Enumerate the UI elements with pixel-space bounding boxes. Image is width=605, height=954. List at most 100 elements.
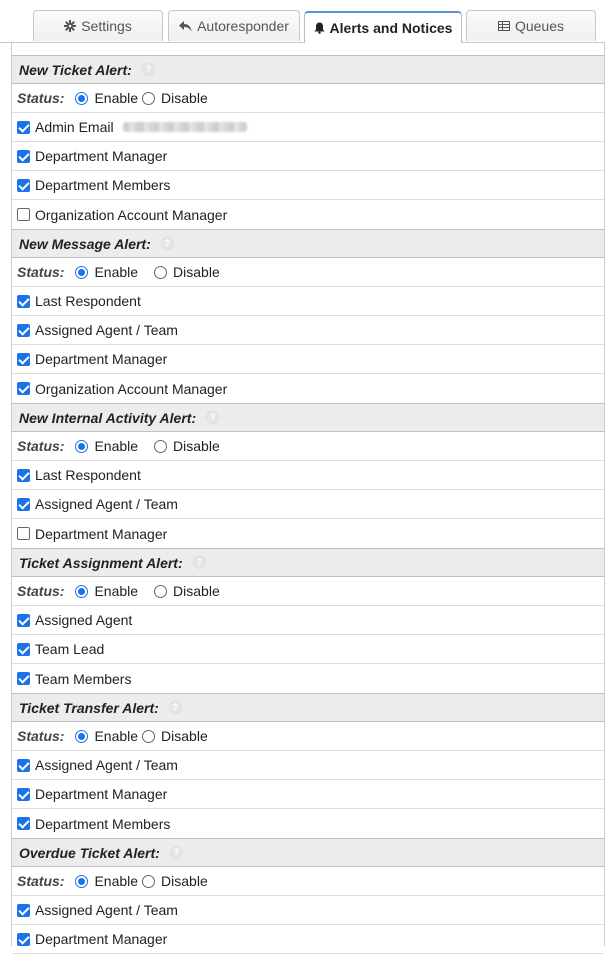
disable-radio[interactable]: [142, 729, 156, 743]
list-item: Department Members: [12, 809, 604, 838]
tab-label: Queues: [514, 18, 565, 34]
team-members-checkbox[interactable]: [17, 672, 30, 685]
tab-bar: Settings Autoresponder Alerts and Notice…: [0, 0, 605, 43]
disable-label: Disable: [161, 90, 208, 106]
status-label: Status:: [17, 583, 65, 599]
status-row: Status: Enable Disable: [12, 84, 604, 113]
item-label: Assigned Agent / Team: [35, 757, 178, 773]
last-respondent-checkbox[interactable]: [17, 294, 30, 308]
redacted-email: [122, 122, 247, 132]
item-label: Department Manager: [35, 786, 168, 802]
disable-label: Disable: [173, 583, 220, 599]
item-label: Assigned Agent / Team: [35, 496, 178, 512]
enable-radio[interactable]: [75, 729, 89, 743]
tab-autoresponder[interactable]: Autoresponder: [168, 10, 300, 41]
last-respondent-checkbox[interactable]: [17, 468, 30, 482]
help-icon[interactable]: ?: [168, 701, 182, 714]
help-icon[interactable]: ?: [141, 63, 155, 76]
item-label: Team Lead: [35, 641, 105, 657]
section-header-new-internal-activity-alert: New Internal Activity Alert:?: [12, 403, 604, 432]
enable-label: Enable: [94, 264, 139, 280]
item-label: Assigned Agent: [35, 612, 133, 628]
help-icon[interactable]: ?: [192, 556, 206, 569]
list-item: Organization Account Manager: [12, 374, 604, 403]
tab-queues[interactable]: Queues: [466, 10, 596, 41]
department-members-checkbox[interactable]: [17, 817, 30, 830]
organization-account-manager-checkbox[interactable]: [17, 208, 30, 221]
disable-radio[interactable]: [142, 91, 156, 105]
department-manager-checkbox[interactable]: [17, 527, 30, 540]
status-label: Status:: [17, 90, 65, 106]
enable-radio[interactable]: [75, 874, 89, 888]
disable-radio[interactable]: [154, 439, 168, 453]
tab-label: Autoresponder: [197, 18, 289, 34]
help-icon[interactable]: ?: [206, 411, 220, 424]
item-label: Assigned Agent / Team: [35, 902, 178, 918]
help-icon[interactable]: ?: [160, 237, 174, 250]
disable-radio[interactable]: [154, 265, 168, 279]
item-label: Department Manager: [35, 351, 168, 367]
disable-label: Disable: [161, 873, 208, 889]
section-title: New Message Alert: [19, 235, 147, 252]
alerts-panel: New Ticket Alert:? Status: Enable Disabl…: [11, 42, 605, 954]
reply-icon: [179, 20, 192, 31]
status-row: Status: Enable Disable: [12, 867, 604, 896]
enable-label: Enable: [94, 583, 139, 599]
enable-label: Enable: [94, 90, 139, 106]
table-icon: [497, 21, 510, 31]
disable-label: Disable: [161, 728, 208, 744]
assigned-agent-team-checkbox[interactable]: [17, 758, 30, 772]
team-lead-checkbox[interactable]: [17, 642, 30, 656]
section-header-ticket-transfer-alert: Ticket Transfer Alert:?: [12, 693, 604, 722]
disable-radio[interactable]: [154, 584, 168, 598]
enable-radio[interactable]: [75, 91, 89, 105]
enable-radio[interactable]: [75, 439, 89, 453]
tab-label: Settings: [81, 18, 132, 34]
enable-label: Enable: [94, 438, 139, 454]
list-item: Admin Email: [12, 113, 604, 142]
item-label: Last Respondent: [35, 293, 141, 309]
item-label: Organization Account Manager: [35, 380, 228, 397]
section-header-overdue-ticket-alert: Overdue Ticket Alert:?: [12, 838, 604, 867]
department-manager-checkbox[interactable]: [17, 932, 30, 946]
enable-radio[interactable]: [75, 584, 89, 598]
organization-account-manager-checkbox[interactable]: [17, 382, 30, 395]
disable-radio[interactable]: [142, 874, 156, 888]
department-manager-checkbox[interactable]: [17, 149, 30, 163]
section-title: Ticket Assignment Alert: [19, 554, 178, 571]
status-row: Status: Enable Disable: [12, 722, 604, 751]
list-item: Assigned Agent / Team: [12, 896, 604, 925]
admin-email-checkbox[interactable]: [17, 120, 30, 134]
assigned-agent-team-checkbox[interactable]: [17, 903, 30, 917]
status-row: Status: Enable Disable: [12, 432, 604, 461]
assigned-agent-checkbox[interactable]: [17, 613, 30, 627]
section-header-new-message-alert: New Message Alert:?: [12, 229, 604, 258]
department-members-checkbox[interactable]: [17, 178, 30, 192]
item-label: Organization Account Manager: [35, 206, 228, 223]
list-item: Last Respondent: [12, 461, 604, 490]
department-manager-checkbox[interactable]: [17, 352, 30, 366]
enable-radio[interactable]: [75, 265, 89, 279]
list-item: Department Manager: [12, 142, 604, 171]
tab-label: Alerts and Notices: [329, 20, 453, 36]
section-title: Ticket Transfer Alert: [19, 699, 155, 716]
tab-alerts-and-notices[interactable]: Alerts and Notices: [304, 11, 462, 43]
section-title: New Ticket Alert: [19, 61, 128, 78]
gear-icon: [64, 20, 77, 32]
list-item: Last Respondent: [12, 287, 604, 316]
list-item: Department Manager: [12, 780, 604, 809]
list-item: Department Members: [12, 171, 604, 200]
assigned-agent-team-checkbox[interactable]: [17, 497, 30, 511]
list-item: Department Manager: [12, 519, 604, 548]
section-title: Overdue Ticket Alert: [19, 844, 156, 861]
tab-settings[interactable]: Settings: [33, 10, 163, 41]
enable-label: Enable: [94, 728, 139, 744]
list-item: Team Members: [12, 664, 604, 693]
status-label: Status:: [17, 873, 65, 889]
department-manager-checkbox[interactable]: [17, 787, 30, 801]
assigned-agent-team-checkbox[interactable]: [17, 323, 30, 337]
help-icon[interactable]: ?: [169, 846, 183, 859]
status-row: Status: Enable Disable: [12, 577, 604, 606]
status-row: Status: Enable Disable: [12, 258, 604, 287]
list-item: Assigned Agent: [12, 606, 604, 635]
